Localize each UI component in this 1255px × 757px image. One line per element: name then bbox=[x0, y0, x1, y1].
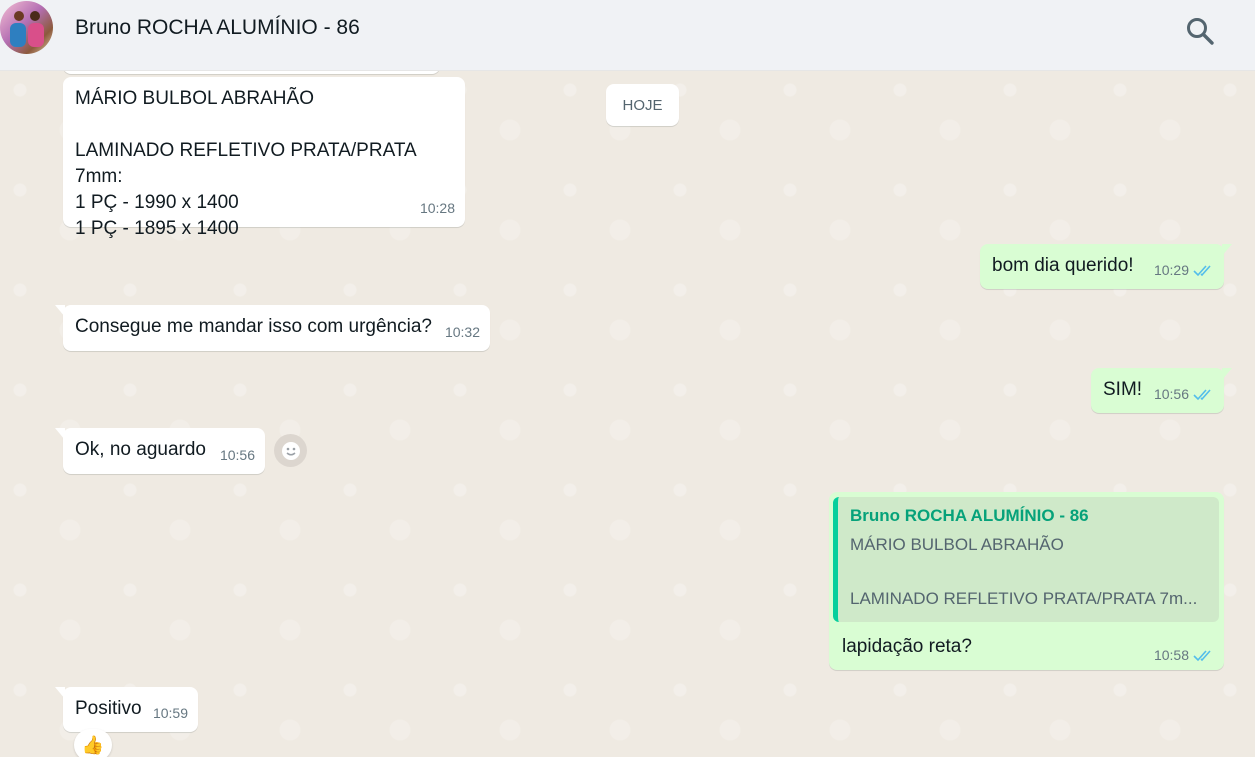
read-ticks-icon bbox=[1193, 389, 1211, 401]
message-bubble-incoming[interactable]: MÁRIO BULBOL ABRAHÃO LAMINADO REFLETIVO … bbox=[63, 77, 465, 239]
chat-window: Bruno ROCHA ALUMÍNIO - 86 MÁRIO BULBOL A… bbox=[0, 0, 1255, 757]
message-bubble-outgoing[interactable]: bom dia querido! 10:29 bbox=[980, 244, 1232, 289]
message-time: 10:56 bbox=[219, 447, 255, 463]
message-text: Positivo bbox=[75, 698, 142, 719]
message-text: Consegue me mandar isso com urgência? bbox=[75, 316, 432, 337]
quoted-text: MÁRIO BULBOL ABRAHÃO LAMINADO REFLETIVO … bbox=[850, 535, 1198, 608]
chat-header: Bruno ROCHA ALUMÍNIO - 86 bbox=[0, 0, 1255, 71]
message-text: SIM! bbox=[1103, 379, 1143, 400]
contact-name[interactable]: Bruno ROCHA ALUMÍNIO - 86 bbox=[75, 16, 360, 40]
search-icon[interactable] bbox=[1183, 14, 1217, 48]
message-time: 10:28 bbox=[419, 200, 455, 216]
message-meta: 10:58 bbox=[1154, 647, 1214, 663]
thumbs-up-reaction[interactable]: 👍 bbox=[74, 729, 112, 757]
message-text: bom dia querido! bbox=[992, 255, 1134, 276]
read-ticks-icon bbox=[1193, 265, 1211, 277]
message-text: Ok, no aguardo bbox=[75, 439, 206, 460]
message-time: 10:29 bbox=[1153, 262, 1189, 278]
message-bubble-incoming[interactable]: Ok, no aguardo 10:56 bbox=[55, 428, 265, 474]
contact-avatar[interactable] bbox=[0, 1, 53, 54]
read-ticks-icon bbox=[1193, 650, 1211, 662]
message-text: lapidação reta? bbox=[842, 636, 972, 657]
message-time: 10:59 bbox=[152, 705, 188, 721]
message-time: 10:56 bbox=[1153, 386, 1189, 402]
quoted-author: Bruno ROCHA ALUMÍNIO - 86 bbox=[850, 506, 1089, 525]
emoji-react-button[interactable] bbox=[274, 434, 307, 467]
quoted-message[interactable]: Bruno ROCHA ALUMÍNIO - 86 MÁRIO BULBOL A… bbox=[833, 497, 1219, 622]
message-bubble-incoming[interactable]: Consegue me mandar isso com urgência? 10… bbox=[55, 305, 490, 351]
message-bubble-incoming[interactable]: Positivo 10:59 bbox=[55, 687, 198, 732]
smiley-icon bbox=[281, 441, 300, 460]
message-text: MÁRIO BULBOL ABRAHÃO LAMINADO REFLETIVO … bbox=[75, 88, 416, 239]
date-divider: HOJE bbox=[606, 84, 679, 126]
message-time: 10:58 bbox=[1153, 647, 1189, 663]
message-time: 10:32 bbox=[444, 324, 480, 340]
message-bubble-outgoing[interactable]: SIM! 10:56 bbox=[1091, 368, 1232, 413]
